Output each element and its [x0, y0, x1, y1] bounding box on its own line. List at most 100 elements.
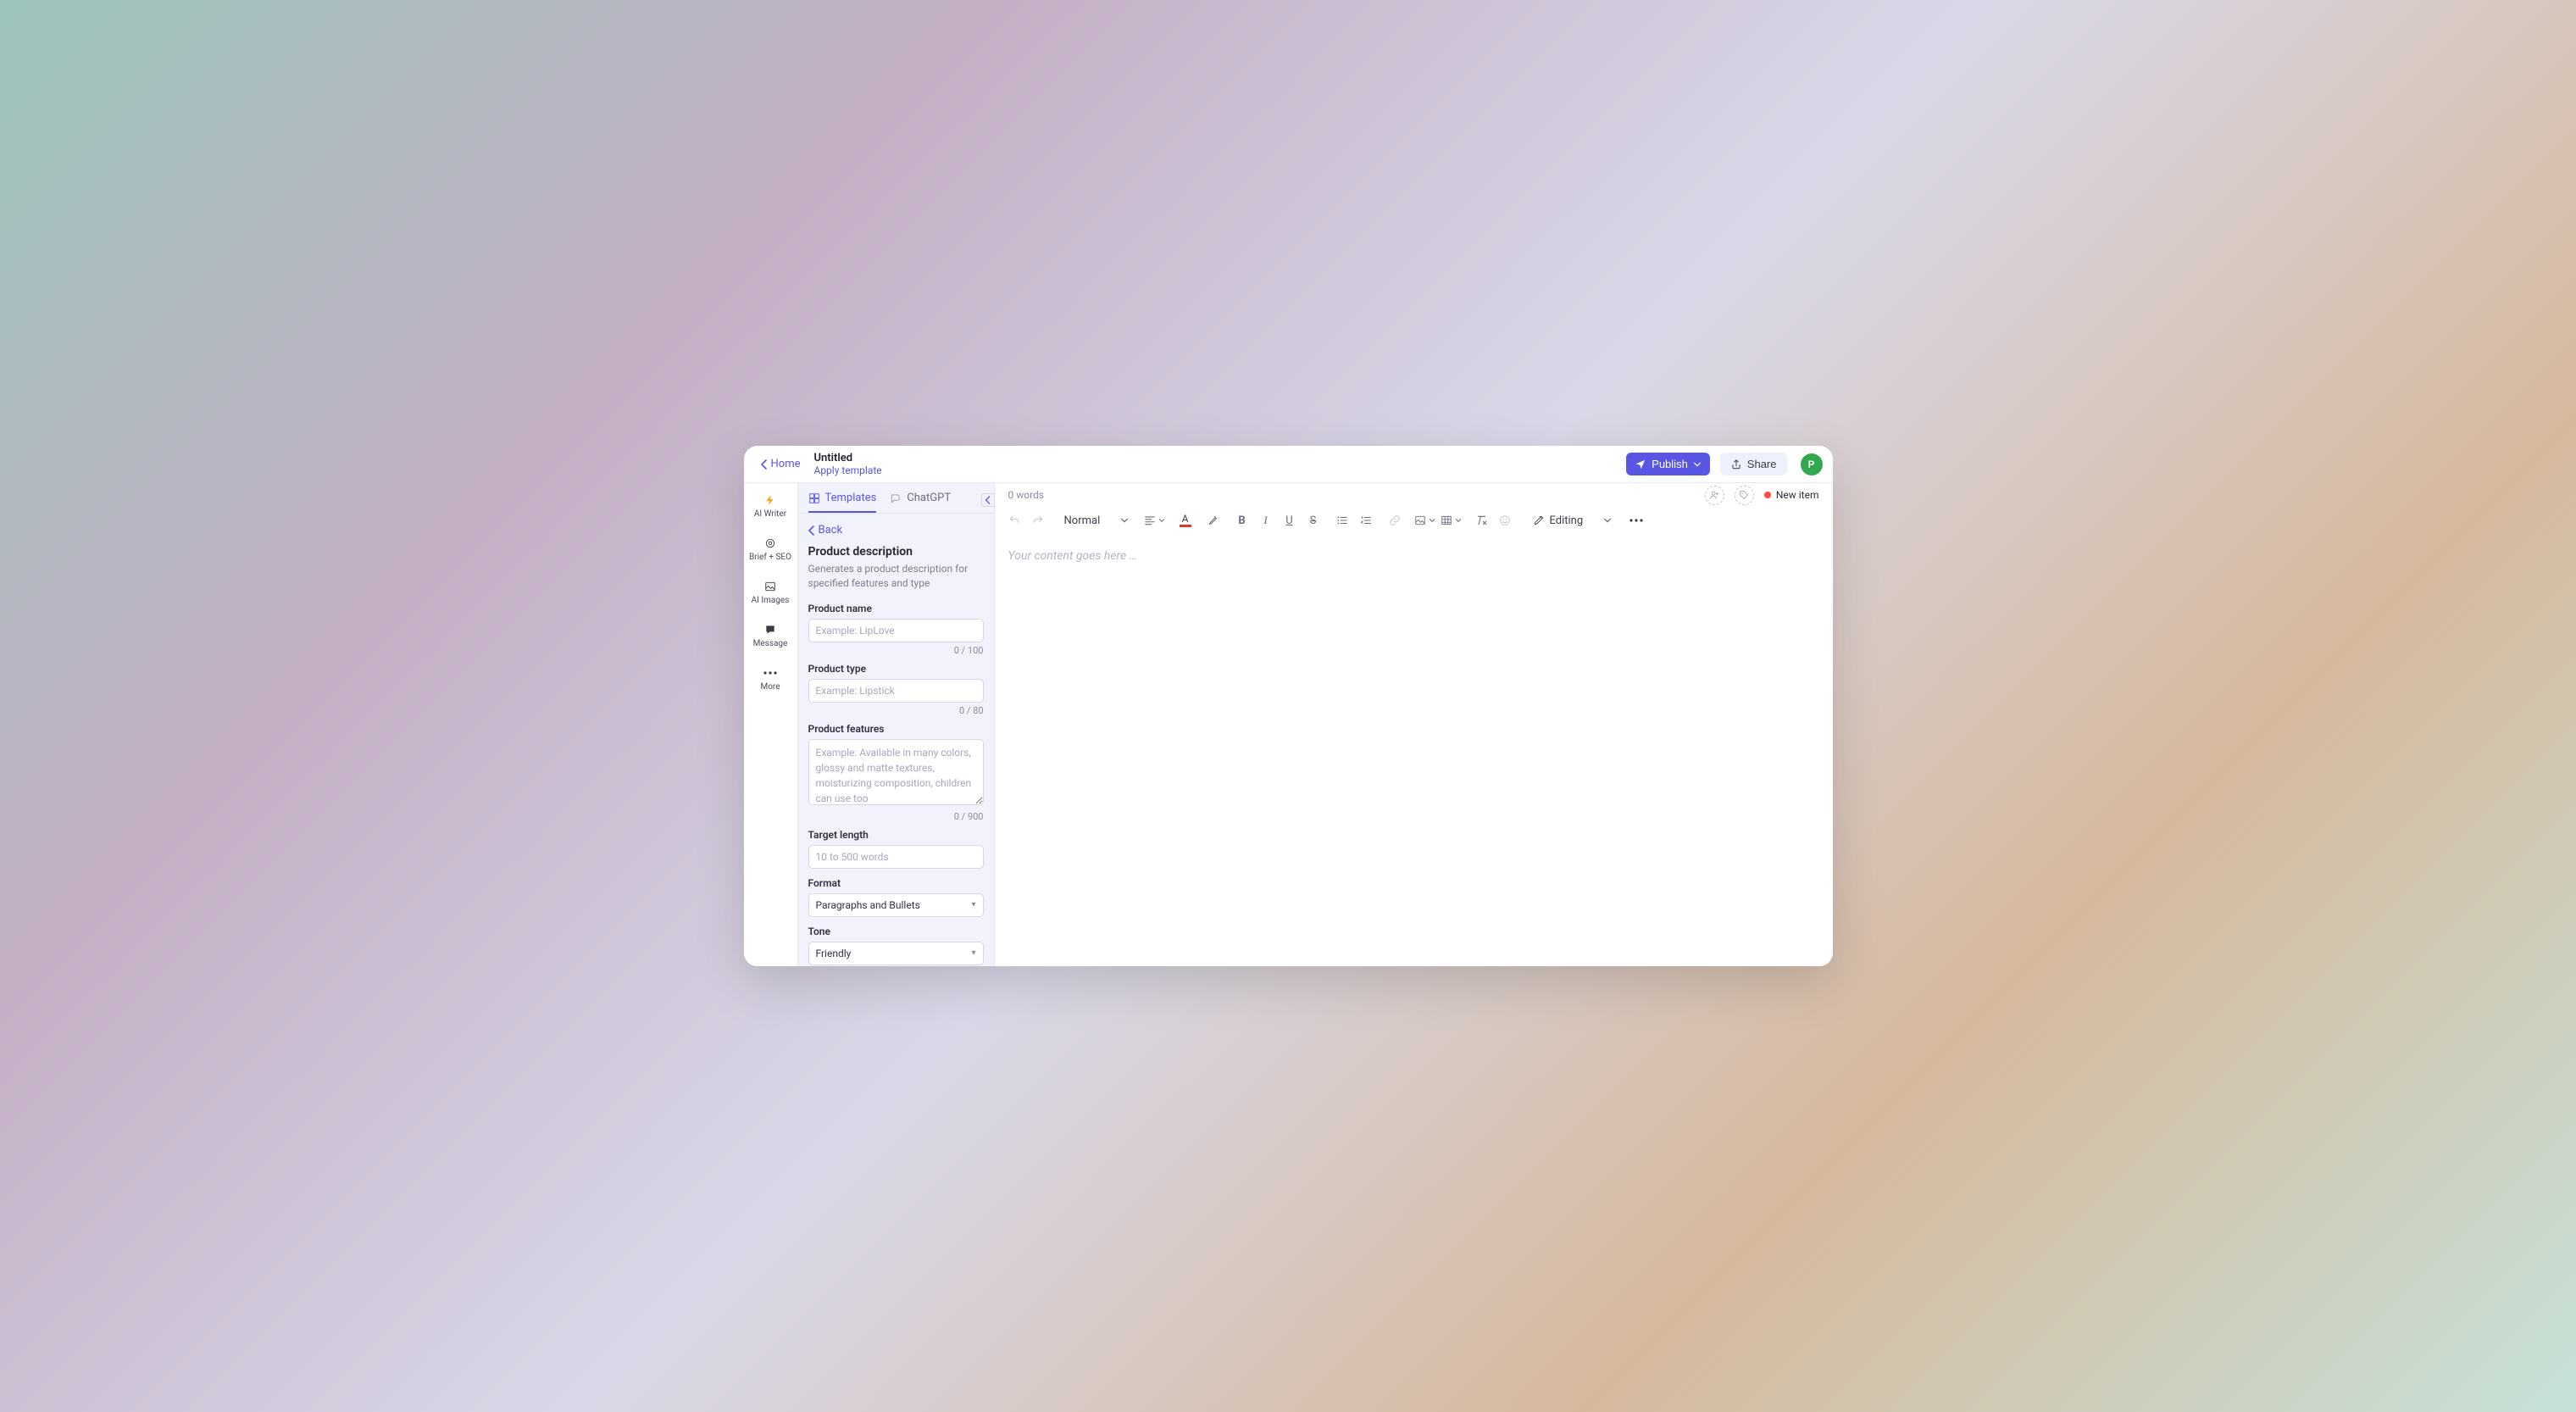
highlight-button[interactable] [1204, 511, 1223, 530]
chevron-down-icon [1455, 517, 1462, 524]
share-label: Share [1747, 458, 1777, 470]
nav-rail: AI Writer Brief + SEO AI Images Message [744, 483, 798, 966]
more-icon [1629, 519, 1643, 522]
image-icon [763, 580, 777, 593]
product-name-input[interactable] [808, 619, 984, 642]
apply-template-link[interactable]: Apply template [813, 464, 881, 476]
text-color-button[interactable]: A [1177, 512, 1194, 529]
panel-title: Product description [808, 545, 984, 559]
nav-message[interactable]: Message [745, 620, 796, 653]
link-icon [1389, 514, 1401, 526]
bullet-list-button[interactable] [1333, 511, 1352, 530]
document-title[interactable]: Untitled [813, 452, 881, 465]
italic-button[interactable]: I [1257, 511, 1275, 530]
chevron-down-icon [1429, 517, 1435, 524]
body: AI Writer Brief + SEO AI Images Message [744, 483, 1833, 966]
field-tone: Tone Friendly ▾ [808, 926, 984, 965]
product-features-label: Product features [808, 723, 984, 735]
redo-button[interactable] [1029, 511, 1047, 530]
nav-ai-writer[interactable]: AI Writer [745, 490, 796, 523]
nav-label: AI Writer [754, 509, 786, 520]
status-dot-icon [1764, 492, 1771, 498]
editor-canvas[interactable]: Your content goes here … [995, 534, 1833, 966]
tab-chatgpt[interactable]: ChatGPT [890, 492, 951, 513]
product-type-input[interactable] [808, 679, 984, 703]
align-left-icon [1144, 514, 1156, 526]
chevron-down-icon [1693, 460, 1702, 469]
tone-select[interactable]: Friendly ▾ [808, 942, 984, 965]
chevron-down-icon [1120, 516, 1129, 525]
share-button[interactable]: Share [1720, 453, 1787, 475]
format-label: Format [808, 877, 984, 889]
panel-tabs: Templates ChatGPT [798, 483, 994, 514]
publish-button[interactable]: Publish [1626, 453, 1710, 475]
bullet-list-icon [1336, 514, 1348, 526]
text-color-icon: A [1182, 514, 1189, 524]
format-select[interactable]: Paragraphs and Bullets ▾ [808, 893, 984, 917]
title-group: Untitled Apply template [813, 452, 881, 477]
header-bar: Home Untitled Apply template Publish Sha… [744, 446, 1833, 483]
nav-ai-images[interactable]: AI Images [745, 576, 796, 609]
nav-brief-seo[interactable]: Brief + SEO [745, 533, 796, 566]
home-link[interactable]: Home [754, 454, 808, 474]
product-features-input[interactable] [808, 739, 984, 805]
add-collaborator-button[interactable] [1705, 486, 1724, 505]
app-window: Home Untitled Apply template Publish Sha… [744, 446, 1833, 966]
pencil-icon [1533, 514, 1545, 526]
editing-mode-select[interactable]: Editing [1528, 514, 1618, 527]
product-name-label: Product name [808, 603, 984, 614]
undo-button[interactable] [1005, 511, 1024, 530]
numbered-list-icon [1360, 514, 1372, 526]
clear-format-icon [1475, 514, 1487, 526]
target-length-input[interactable] [808, 845, 984, 869]
tone-value: Friendly [816, 948, 852, 959]
add-tag-button[interactable] [1735, 486, 1754, 505]
image-button[interactable] [1414, 511, 1435, 530]
editor-placeholder: Your content goes here … [1008, 549, 1137, 563]
field-format: Format Paragraphs and Bullets ▾ [808, 877, 984, 917]
table-button[interactable] [1441, 511, 1462, 530]
tab-label: Templates [825, 492, 877, 504]
block-style-value: Normal [1064, 514, 1101, 527]
avatar[interactable]: P [1801, 453, 1823, 475]
chevron-down-icon: ▾ [971, 900, 975, 909]
emoji-button[interactable] [1496, 511, 1514, 530]
avatar-initial: P [1808, 459, 1815, 470]
status-label: New item [1776, 489, 1819, 501]
nav-label: AI Images [752, 596, 790, 606]
status-chip[interactable]: New item [1764, 489, 1819, 501]
clear-format-button[interactable] [1472, 511, 1491, 530]
publish-label: Publish [1652, 458, 1688, 470]
nav-more[interactable]: More [745, 663, 796, 696]
back-link[interactable]: Back [808, 524, 984, 536]
chevron-down-icon [1603, 516, 1612, 525]
bold-button[interactable]: B [1233, 511, 1252, 530]
bolt-icon [763, 493, 777, 507]
tab-templates[interactable]: Templates [808, 492, 877, 513]
emoji-icon [1499, 514, 1511, 526]
templates-icon [808, 492, 820, 504]
more-icon [763, 666, 777, 680]
underline-button[interactable]: U [1280, 511, 1299, 530]
panel-subtitle: Generates a product description for spec… [808, 562, 984, 591]
target-icon [763, 536, 777, 550]
align-button[interactable] [1144, 511, 1165, 530]
field-product-features: Product features 0 / 900 [808, 723, 984, 822]
collapse-panel-button[interactable] [981, 493, 995, 507]
target-length-label: Target length [808, 829, 984, 841]
link-button[interactable] [1385, 511, 1404, 530]
numbered-list-button[interactable] [1357, 511, 1375, 530]
field-product-type: Product type 0 / 80 [808, 663, 984, 716]
tone-label: Tone [808, 926, 984, 937]
info-bar: 0 words New item [995, 483, 1833, 507]
format-value: Paragraphs and Bullets [816, 899, 920, 911]
more-options-button[interactable] [1627, 511, 1646, 530]
strikethrough-button[interactable]: S [1304, 511, 1323, 530]
field-target-length: Target length [808, 829, 984, 869]
side-panel: Templates ChatGPT Back Product descripti… [798, 483, 995, 966]
product-name-counter: 0 / 100 [808, 645, 984, 656]
home-label: Home [771, 458, 801, 470]
chevron-down-icon: ▾ [971, 948, 975, 958]
block-style-select[interactable]: Normal [1061, 514, 1132, 527]
nav-label: Brief + SEO [749, 553, 791, 563]
